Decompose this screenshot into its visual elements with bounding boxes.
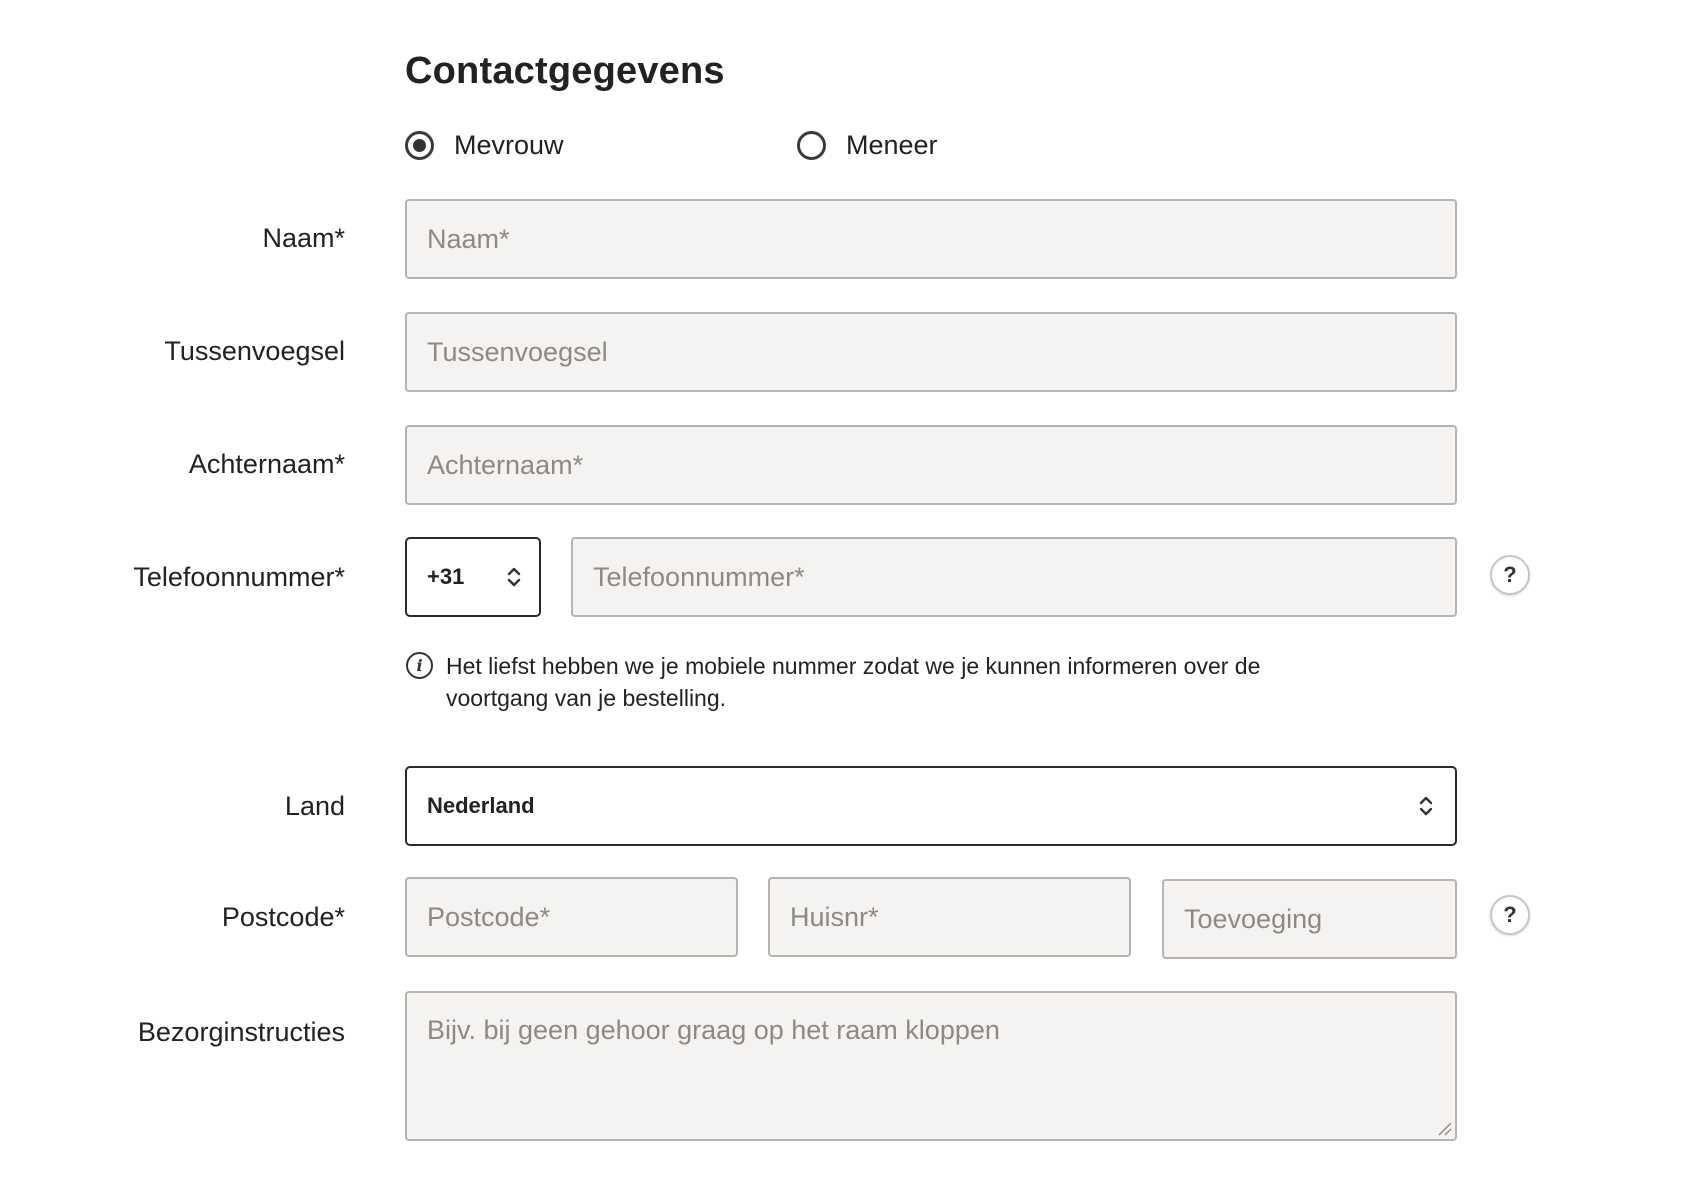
achternaam-label: Achternaam* [188,449,345,479]
tussenvoegsel-input[interactable]: Tussenvoegsel [405,312,1457,392]
radio-unselected-icon[interactable] [797,130,826,160]
section-title: Contactgegevens [405,50,725,92]
tussenvoegsel-placeholder: Tussenvoegsel [427,336,608,367]
toevoeging-placeholder: Toevoeging [1184,903,1323,934]
telefoon-placeholder: Telefoonnummer* [593,561,805,592]
land-select[interactable]: Nederland [405,766,1457,846]
radio-mevrouw-label: Mevrouw [454,129,564,160]
postcode-help-icon[interactable]: ? [1490,895,1530,935]
chevron-up-down-icon [1419,796,1433,816]
huisnr-input[interactable]: Huisnr* [768,877,1131,957]
naam-input[interactable]: Naam* [405,199,1457,279]
postcode-input[interactable]: Postcode* [405,877,738,957]
huisnr-placeholder: Huisnr* [790,901,879,932]
telefoon-info-text: Het liefst hebben we je mobiele nummer z… [446,653,1261,711]
achternaam-input[interactable]: Achternaam* [405,425,1457,505]
chevron-up-down-icon [507,567,521,587]
postcode-placeholder: Postcode* [427,901,551,932]
question-mark-icon: ? [1503,562,1517,587]
bezorginstructies-textarea[interactable]: Bijv. bij geen gehoor graag op het raam … [405,991,1457,1141]
toevoeging-input[interactable]: Toevoeging [1162,879,1457,959]
telefoon-input[interactable]: Telefoonnummer* [571,537,1457,617]
country-code-value: +31 [427,564,465,589]
land-label: Land [284,791,345,821]
resize-handle-icon[interactable] [1436,1120,1452,1136]
telefoon-label: Telefoonnummer* [133,562,345,592]
info-icon: i [406,652,433,679]
radio-meneer[interactable]: Meneer [797,125,938,165]
radio-meneer-label: Meneer [846,129,938,160]
radio-mevrouw[interactable]: Mevrouw [405,125,564,165]
radio-selected-icon[interactable] [405,130,434,160]
telefoon-help-icon[interactable]: ? [1490,555,1530,595]
achternaam-placeholder: Achternaam* [427,449,584,480]
naam-label: Naam* [262,223,345,253]
bezorginstructies-placeholder: Bijv. bij geen gehoor graag op het raam … [427,1015,1000,1045]
bezorginstructies-label: Bezorginstructies [137,1017,345,1047]
postcode-label: Postcode* [221,902,345,932]
tussenvoegsel-label: Tussenvoegsel [164,336,345,366]
question-mark-icon: ? [1503,902,1517,927]
country-code-select[interactable]: +31 [405,537,541,617]
naam-placeholder: Naam* [427,223,510,254]
land-value: Nederland [427,793,535,818]
